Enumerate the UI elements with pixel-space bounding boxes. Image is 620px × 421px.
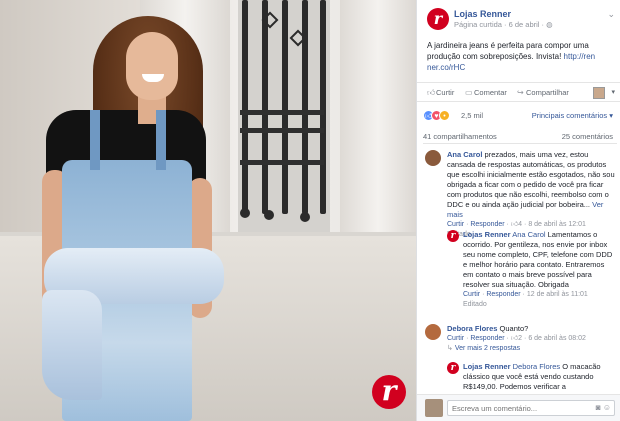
avatar[interactable]: r (447, 362, 459, 374)
comment: Ana Carol prezados, mais uma vez, estou … (425, 150, 619, 238)
avatar[interactable] (425, 324, 441, 340)
share-icon: ↪ (517, 88, 524, 97)
emoji-icon[interactable]: ☺ (603, 403, 611, 412)
post-side-panel: r Lojas Renner Página curtida · 6 de abr… (416, 0, 620, 421)
comment-meta: Curtir · Responder · 👍︎2 · 6 de abril às… (447, 335, 586, 342)
comment-reply: r Lojas Renner Ana Carol Lamentamos o oc… (447, 230, 617, 316)
comment-like-link[interactable]: Curtir (447, 221, 464, 228)
post-text: A jardineira jeans é perfeita para compo… (427, 41, 596, 72)
comment-author[interactable]: Ana Carol (447, 150, 482, 159)
mention-link[interactable]: Ana Carol (512, 230, 545, 239)
avatar[interactable]: r (447, 230, 459, 242)
comments-count[interactable]: 25 comentários (562, 132, 613, 141)
actor-avatar[interactable] (593, 87, 605, 99)
comment-reply-link[interactable]: Responder (470, 221, 504, 228)
comment-like-link[interactable]: Curtir (447, 335, 464, 342)
comment-author[interactable]: Lojas Renner (463, 362, 511, 371)
wow-reaction-icon: • (439, 110, 450, 121)
thumbs-up-icon: 👍︎ (427, 88, 436, 97)
comment-button[interactable]: ▭Comentar (465, 88, 507, 97)
comment: Debora Flores Quanto? Curtir · Responder… (425, 324, 619, 354)
post-photo[interactable]: r (0, 0, 416, 421)
avatar[interactable] (425, 399, 443, 417)
comment-composer: ◙ ☺ (417, 394, 620, 421)
comment-like-link[interactable]: Curtir (463, 291, 480, 298)
avatar[interactable] (425, 150, 441, 166)
post-actions: 👍︎Curtir ▭Comentar ↪ Compartilhar ▾ (417, 82, 620, 102)
reactions-bar[interactable]: 👍︎ ♥ • 2,5 mil Principais comentários ▾ (423, 110, 617, 124)
comment-reply-link[interactable]: Responder (486, 291, 520, 298)
share-comment-counts: 41 compartilhamentos 25 comentários (423, 132, 617, 144)
page-name-link[interactable]: Lojas Renner (454, 9, 511, 19)
mention-link[interactable]: Debora Flores (513, 362, 561, 371)
comment-author[interactable]: Debora Flores (447, 324, 497, 333)
brand-logo-watermark: r (372, 375, 406, 409)
comment-reply-link[interactable]: Responder (470, 335, 504, 342)
view-replies-link[interactable]: ↳ Ver mais 2 respostas (447, 344, 617, 354)
share-button[interactable]: ↪ Compartilhar (517, 88, 569, 97)
comment-sort-dropdown[interactable]: Principais comentários ▾ (532, 111, 613, 120)
camera-icon[interactable]: ◙ (596, 403, 601, 412)
comment-author[interactable]: Lojas Renner (463, 230, 511, 239)
post-meta: Página curtida · 6 de abril · ◍ (454, 20, 553, 29)
shares-count[interactable]: 41 compartilhamentos (423, 132, 497, 141)
caret-down-icon[interactable]: ▾ (611, 88, 615, 96)
globe-icon: ◍ (546, 20, 553, 29)
page-avatar[interactable]: r (427, 8, 449, 30)
comment-meta: Curtir · Responder · 12 de abril às 11:0… (463, 291, 588, 308)
comment-input[interactable] (447, 400, 615, 416)
like-button[interactable]: 👍︎Curtir (427, 88, 454, 98)
comment-text: Quanto? (499, 324, 529, 333)
reactions-count[interactable]: 2,5 mil (461, 111, 483, 120)
comment-icon: ▭ (465, 88, 473, 97)
comment-reply: r Lojas Renner Debora Flores O macacão c… (447, 362, 617, 392)
chevron-down-icon[interactable]: ⌄ (607, 9, 615, 20)
model-figure (38, 10, 228, 421)
post-header: r Lojas Renner Página curtida · 6 de abr… (427, 8, 617, 32)
